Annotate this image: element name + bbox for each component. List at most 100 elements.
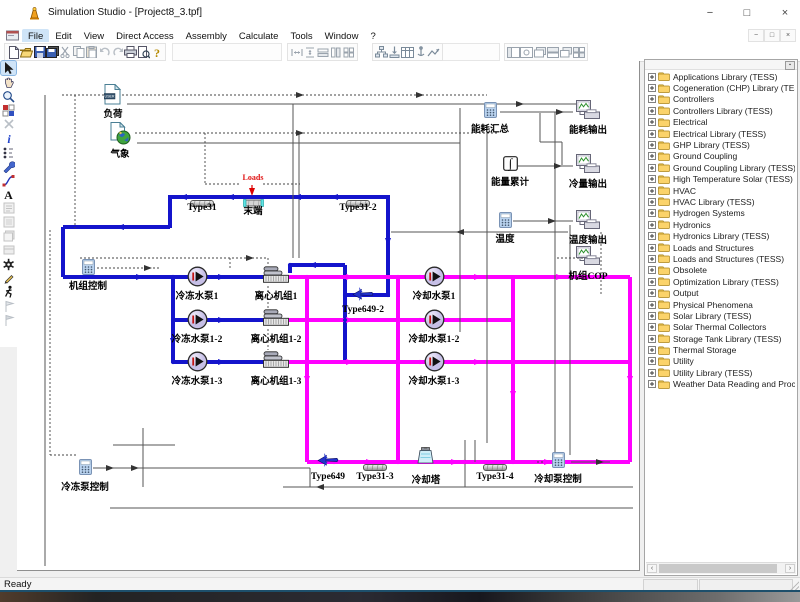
frame-b-icon[interactable] [1, 215, 16, 229]
expand-plus-icon[interactable] [648, 73, 656, 81]
component-integrator[interactable]: ∫ [503, 156, 518, 176]
maximize-button[interactable]: □ [730, 3, 764, 23]
close-button[interactable]: × [768, 3, 800, 23]
tile-grid-icon[interactable] [572, 45, 585, 59]
component-chiller[interactable] [263, 309, 289, 331]
flag-a-icon[interactable] [1, 299, 16, 313]
tree-item[interactable]: Controllers Library (TESS) [647, 105, 795, 116]
component-tee[interactable] [317, 452, 339, 473]
frame-c-icon[interactable] [1, 229, 16, 243]
tree-item[interactable]: Ground Coupling Library (TESS) [647, 162, 795, 173]
expand-plus-icon[interactable] [648, 301, 656, 309]
expand-plus-icon[interactable] [648, 107, 656, 115]
tree-item[interactable]: HVAC [647, 185, 795, 196]
expand-plus-icon[interactable] [648, 209, 656, 217]
delete-cross-icon[interactable] [1, 117, 16, 131]
component-tower[interactable] [417, 447, 434, 469]
component-pump[interactable] [187, 351, 208, 377]
tree-item[interactable]: Hydronics Library (TESS) [647, 230, 795, 241]
expand-plus-icon[interactable] [648, 278, 656, 286]
expand-plus-icon[interactable] [648, 198, 656, 206]
expand-plus-icon[interactable] [648, 152, 656, 160]
pan-hand-icon[interactable] [1, 75, 16, 89]
component-tee[interactable] [352, 286, 374, 307]
expand-plus-icon[interactable] [648, 95, 656, 103]
tree-item[interactable]: Solar Library (TESS) [647, 310, 795, 321]
import-down-icon[interactable] [388, 45, 401, 59]
same-width-icon[interactable] [316, 45, 329, 59]
tree-item[interactable]: Utility Library (TESS) [647, 367, 795, 378]
expand-plus-icon[interactable] [648, 187, 656, 195]
component-doc-user[interactable]: USER [104, 84, 121, 110]
same-height-icon[interactable] [329, 45, 342, 59]
tree-item[interactable]: Physical Phenomena [647, 299, 795, 310]
tree-item[interactable]: Thermal Storage [647, 344, 795, 355]
expand-plus-icon[interactable] [648, 323, 656, 331]
signal-flow-icon[interactable] [427, 45, 440, 59]
mdi-minimize-button[interactable]: − [748, 29, 764, 42]
fit-vertical-icon[interactable] [303, 45, 316, 59]
info-icon[interactable]: i [1, 131, 16, 145]
gear-settings-icon[interactable] [1, 257, 16, 271]
tree-item[interactable]: Output [647, 287, 795, 298]
minimize-button[interactable]: − [693, 3, 727, 23]
text-tool-icon[interactable]: A [1, 187, 16, 201]
component-calc[interactable] [484, 102, 497, 123]
tree-item[interactable]: Electrical Library (TESS) [647, 128, 795, 139]
component-pipe[interactable] [483, 458, 507, 476]
pane-view-icon[interactable] [520, 45, 533, 59]
tree-item[interactable]: Controllers [647, 94, 795, 105]
expand-plus-icon[interactable] [648, 130, 656, 138]
tree-item[interactable]: Cogeneration (CHP) Library (TESS) [647, 82, 795, 93]
expand-plus-icon[interactable] [648, 232, 656, 240]
tree-item[interactable]: HVAC Library (TESS) [647, 196, 795, 207]
color-grid-icon[interactable] [1, 103, 16, 117]
tree-item[interactable]: Electrical [647, 117, 795, 128]
resize-grip[interactable] [790, 581, 799, 590]
zoom-magnifier-icon[interactable] [1, 89, 16, 103]
expand-plus-icon[interactable] [648, 141, 656, 149]
component-pump[interactable] [424, 309, 445, 335]
redo-icon[interactable] [111, 45, 124, 59]
save-icon[interactable] [33, 45, 46, 59]
expand-plus-icon[interactable] [648, 369, 656, 377]
component-chiller[interactable] [263, 266, 289, 288]
sheets-icon[interactable] [533, 45, 546, 59]
open-folder-icon[interactable] [20, 45, 33, 59]
component-pump[interactable] [187, 266, 208, 292]
tree-item[interactable]: Hydrogen Systems [647, 208, 795, 219]
tree-item[interactable]: Weather Data Reading and Process [647, 379, 795, 390]
project-canvas[interactable]: USER负荷气象Type31末端LoadsType31-2能耗汇总能耗输出∫能量… [17, 61, 640, 571]
component-plotter[interactable] [576, 246, 600, 271]
tree-item[interactable]: Storage Tank Library (TESS) [647, 333, 795, 344]
tree-item[interactable]: GHP Library (TESS) [647, 139, 795, 150]
expand-plus-icon[interactable] [648, 164, 656, 172]
print-preview-icon[interactable] [137, 45, 150, 59]
component-doc-globe[interactable] [110, 122, 131, 150]
wrench-tool-icon[interactable] [1, 159, 16, 173]
sort-order-icon[interactable] [1, 145, 16, 159]
tree-horizontal-scrollbar[interactable]: ‹ › [646, 562, 796, 574]
component-calc[interactable] [552, 452, 565, 473]
tree-item[interactable]: High Temperature Solar (TESS) [647, 174, 795, 185]
expand-plus-icon[interactable] [648, 346, 656, 354]
component-plotter[interactable] [576, 210, 600, 235]
expand-plus-icon[interactable] [648, 84, 656, 92]
run-calculate-icon[interactable] [1, 285, 16, 299]
component-plotter[interactable] [576, 100, 600, 125]
component-pump[interactable] [187, 309, 208, 335]
tree-item[interactable]: Obsolete [647, 265, 795, 276]
tree-item[interactable]: Applications Library (TESS) [647, 71, 795, 82]
expand-plus-icon[interactable] [648, 357, 656, 365]
expand-plus-icon[interactable] [648, 335, 656, 343]
component-terminal[interactable] [243, 194, 264, 212]
expand-plus-icon[interactable] [648, 266, 656, 274]
pane-left-icon[interactable] [507, 45, 520, 59]
cascade-icon[interactable] [559, 45, 572, 59]
component-pipe[interactable] [346, 194, 370, 212]
save-all-icon[interactable] [46, 45, 59, 59]
help-icon[interactable]: ? [150, 45, 163, 59]
tree-item[interactable]: Hydronics [647, 219, 795, 230]
expand-plus-icon[interactable] [648, 289, 656, 297]
fit-horizontal-icon[interactable] [290, 45, 303, 59]
